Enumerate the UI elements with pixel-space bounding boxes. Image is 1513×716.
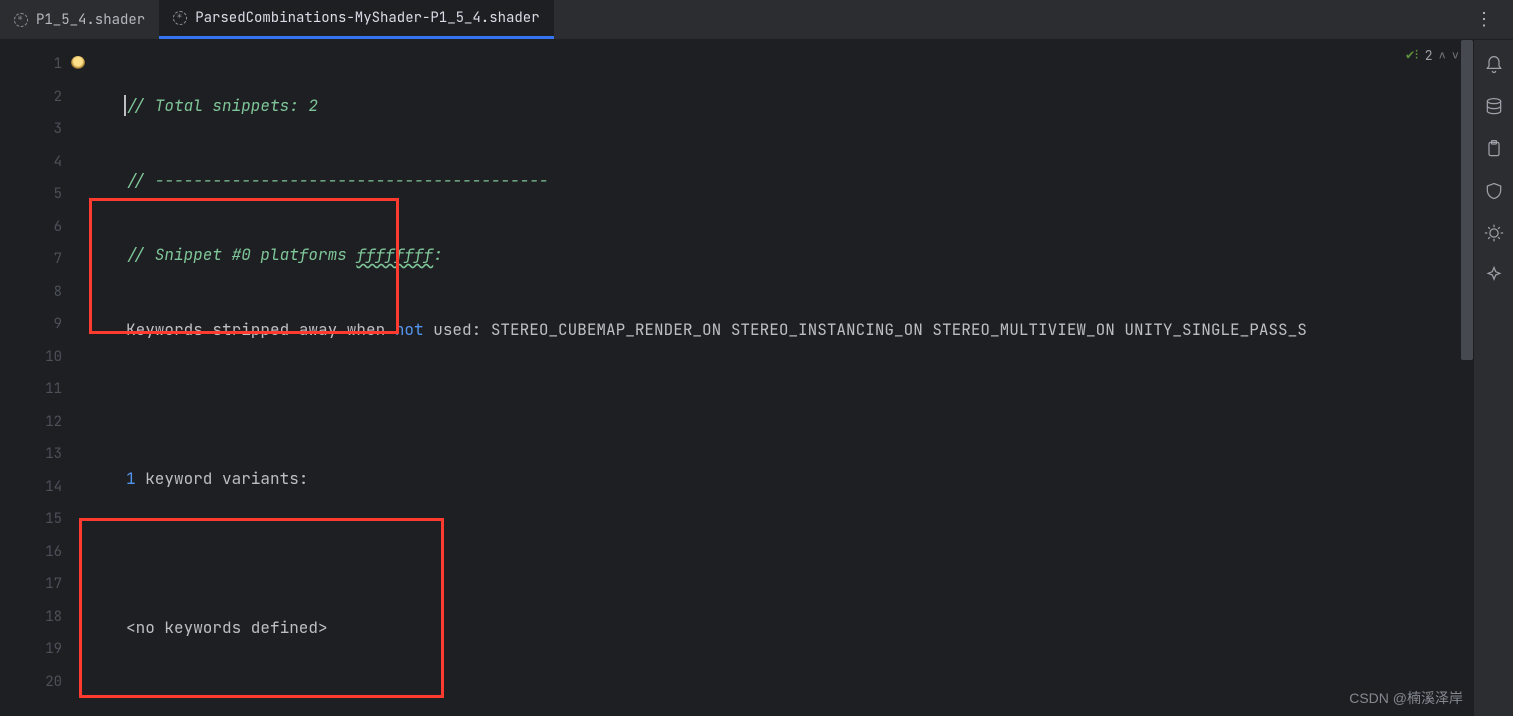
line-number: 7 [0, 243, 90, 276]
line-number: 11 [0, 373, 90, 406]
code-text: : [433, 244, 443, 265]
code-text: not [395, 319, 424, 340]
line-number: 13 [0, 438, 90, 471]
code-content[interactable]: // Total snippets: 2 // ----------------… [90, 40, 1473, 716]
line-number: 20 [0, 666, 90, 699]
code-text: // Snippet #0 platforms [126, 244, 356, 265]
notifications-icon[interactable] [1483, 54, 1505, 76]
main-area: 1 2 3 4 5 6 7 8 9 10 11 12 13 14 15 16 1… [0, 40, 1513, 716]
line-number: 8 [0, 276, 90, 309]
database-icon[interactable] [1483, 96, 1505, 118]
line-number: 14 [0, 471, 90, 504]
line-number: 15 [0, 503, 90, 536]
checkmark-icon: ✔⁝ [1406, 46, 1419, 64]
line-number: 2 [0, 81, 90, 114]
line-number: 4 [0, 146, 90, 179]
code-text: used: STEREO_CUBEMAP_RENDER_ON STEREO_IN… [424, 319, 1307, 340]
code-text: keyword variants: [136, 468, 309, 489]
tab-label: P1_5_4.shader [36, 11, 145, 29]
chevron-up-icon: ∧ [1439, 47, 1446, 63]
line-number: 9 [0, 308, 90, 341]
editor-tabs: P1_5_4.shader ParsedCombinations-MyShade… [0, 0, 1513, 40]
inspection-count: 2 [1425, 47, 1433, 64]
line-number: 5 [0, 178, 90, 211]
right-tool-rail [1473, 40, 1513, 716]
clipboard-icon[interactable] [1483, 138, 1505, 160]
line-number: 10 [0, 341, 90, 374]
tab-file-2-active[interactable]: ParsedCombinations-MyShader-P1_5_4.shade… [159, 0, 553, 39]
line-number-gutter: 1 2 3 4 5 6 7 8 9 10 11 12 13 14 15 16 1… [0, 40, 90, 716]
inspection-badge[interactable]: ✔⁝ 2 ∧ ∨ [1406, 46, 1459, 64]
line-number: 12 [0, 406, 90, 439]
kebab-icon: ⋮ [1475, 8, 1493, 31]
line-number: 6 [0, 211, 90, 244]
line-number: 19 [0, 633, 90, 666]
tab-overflow-menu[interactable]: ⋮ [1455, 8, 1513, 31]
watermark-text: CSDN @楠溪泽岸 [1349, 688, 1463, 708]
line-number: 17 [0, 568, 90, 601]
line-number: 16 [0, 536, 90, 569]
editor[interactable]: 1 2 3 4 5 6 7 8 9 10 11 12 13 14 15 16 1… [0, 40, 1473, 716]
shader-file-icon [14, 13, 28, 27]
code-text: 1 [126, 468, 136, 489]
ai-assistant-icon[interactable] [1483, 264, 1505, 286]
chevron-down-icon: ∨ [1452, 47, 1459, 63]
code-text: ffffffff [356, 244, 433, 265]
scrollbar-thumb[interactable] [1461, 40, 1473, 360]
vertical-scrollbar[interactable] [1461, 40, 1473, 716]
shader-file-icon [173, 11, 187, 25]
line-number: 1 [0, 48, 90, 81]
code-text: // Total snippets: 2 [126, 95, 318, 116]
bug-icon[interactable] [1483, 222, 1505, 244]
code-text: <no keywords defined> [126, 617, 328, 638]
code-text: Keywords stripped away when [126, 319, 395, 340]
tab-file-1[interactable]: P1_5_4.shader [0, 0, 159, 39]
tab-label: ParsedCombinations-MyShader-P1_5_4.shade… [195, 9, 539, 27]
shield-icon[interactable] [1483, 180, 1505, 202]
code-text: // -------------------------------------… [126, 170, 548, 191]
line-number: 3 [0, 113, 90, 146]
line-number: 18 [0, 601, 90, 634]
